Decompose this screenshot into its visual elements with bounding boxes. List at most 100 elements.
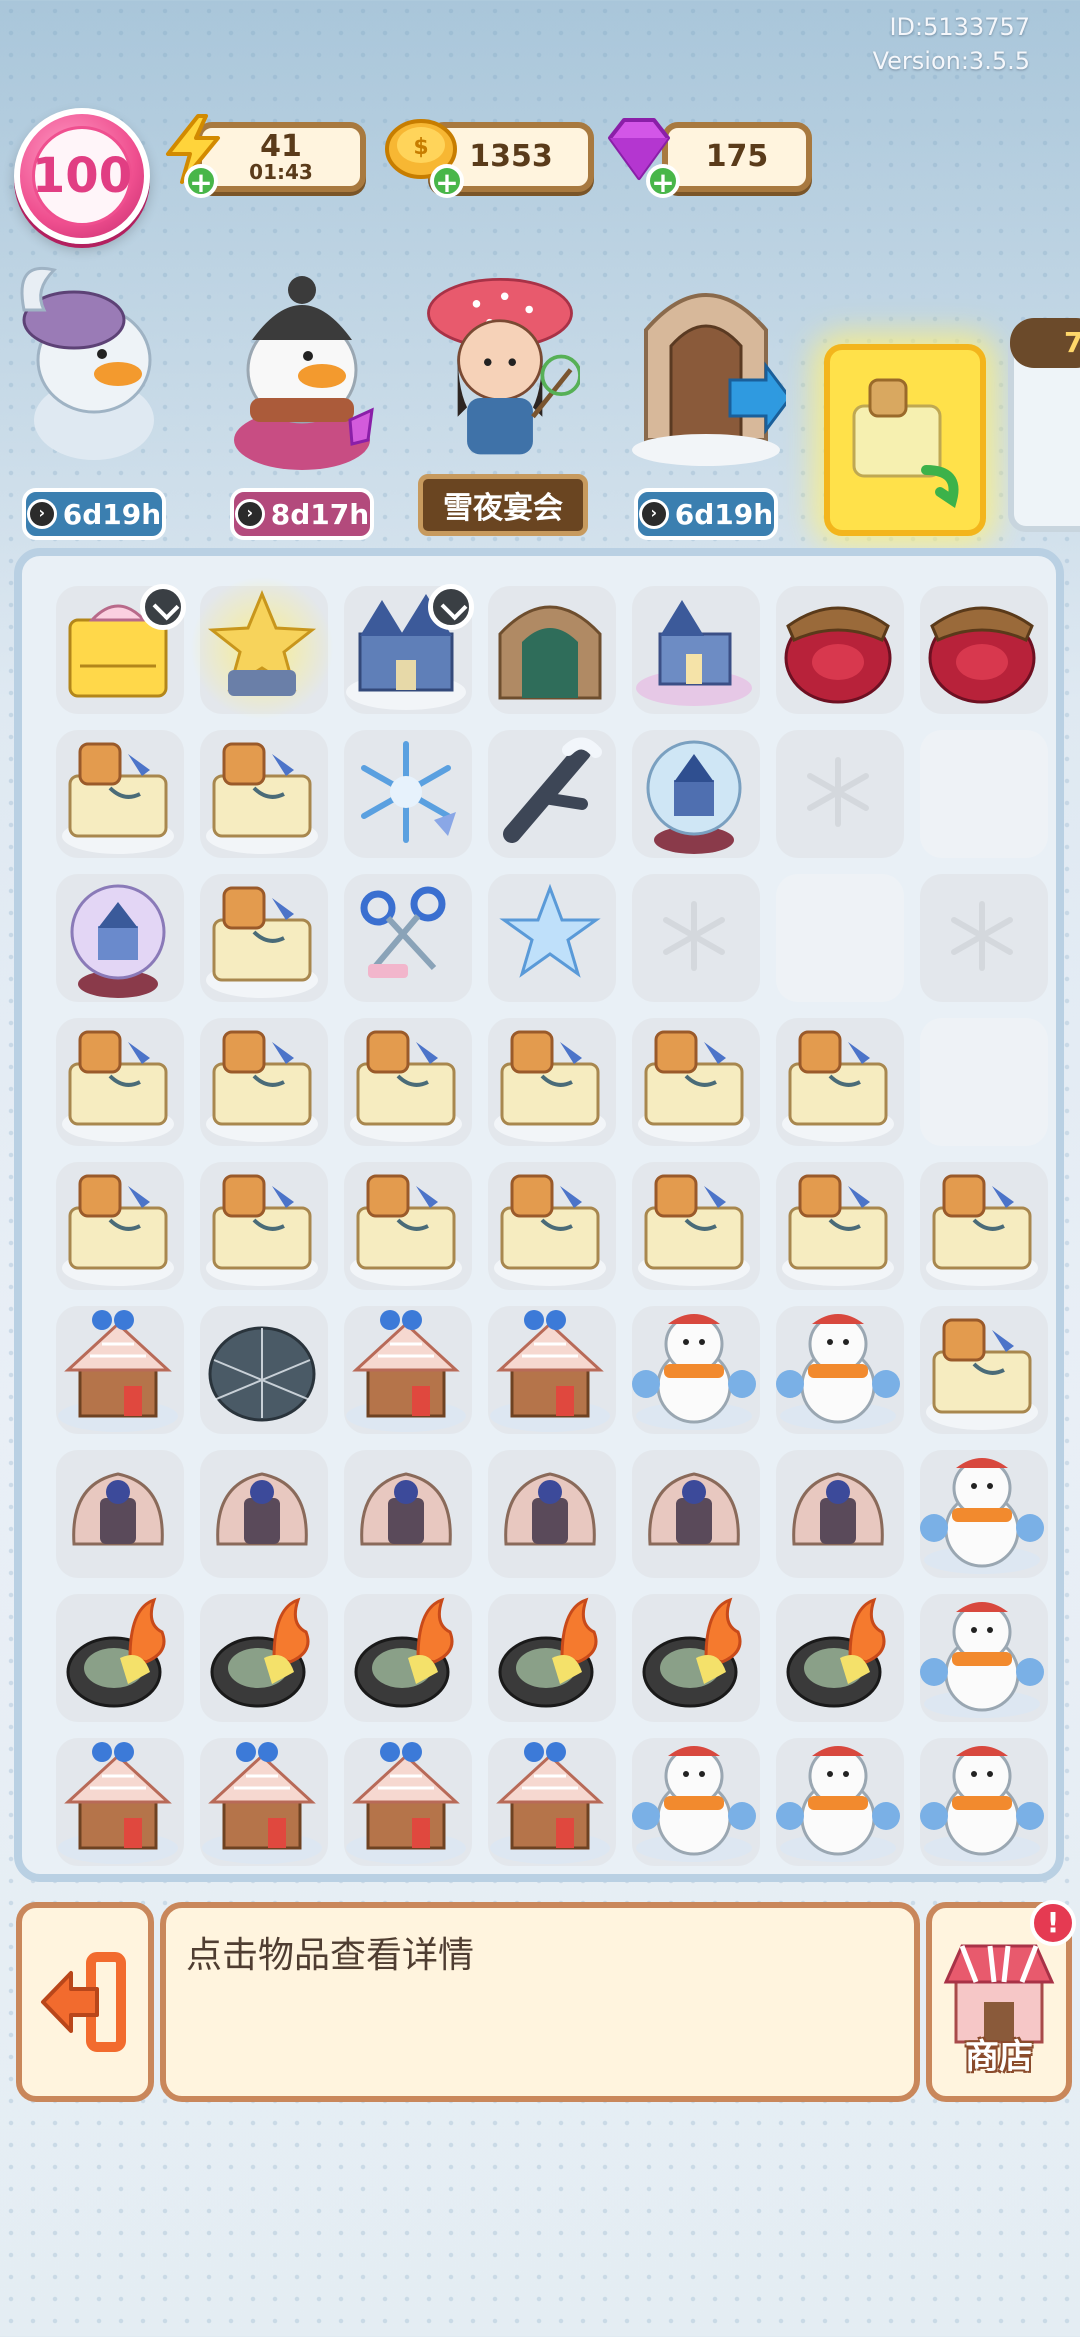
board-cell[interactable] (766, 1296, 910, 1440)
board-cell[interactable] (766, 1008, 910, 1152)
board-cell[interactable] (622, 864, 766, 1008)
event-duck-winter[interactable]: › 8d17h (222, 250, 382, 540)
winter-duck-icon (234, 276, 374, 470)
exit-button[interactable] (16, 1902, 154, 2102)
snowman-icon (632, 1746, 756, 1862)
energy-add-button[interactable]: + (184, 164, 218, 198)
board-cell[interactable] (622, 576, 766, 720)
board-cell[interactable] (46, 720, 190, 864)
board-cell[interactable] (766, 576, 910, 720)
gift-box-icon (206, 886, 318, 998)
board-cell[interactable] (622, 720, 766, 864)
event-timer-text: 6d19h (62, 497, 162, 531)
gift-box-icon (494, 1030, 606, 1142)
board-cell[interactable] (910, 1008, 1054, 1152)
fire-pot-icon (210, 1597, 310, 1708)
snowman-icon (776, 1314, 900, 1430)
board-cell[interactable] (478, 1152, 622, 1296)
board-cell[interactable] (622, 1152, 766, 1296)
shop-button[interactable]: 商店 ! (926, 1900, 1076, 2102)
level-badge[interactable]: 100 (14, 108, 150, 244)
gift-box-icon (852, 378, 959, 509)
board-cell[interactable] (478, 1584, 622, 1728)
board-cell[interactable] (334, 1728, 478, 1872)
gift-box-icon (206, 1030, 318, 1142)
board-cell[interactable] (46, 1728, 190, 1872)
event-duck-feather[interactable]: › 6d19h (14, 250, 174, 540)
board-grid (46, 576, 1054, 1872)
board-cell[interactable] (46, 1008, 190, 1152)
board-cell[interactable] (910, 576, 1054, 720)
board-cell[interactable] (622, 1008, 766, 1152)
board-cell[interactable] (622, 1728, 766, 1872)
board-cell[interactable] (910, 1728, 1054, 1872)
board-cell[interactable] (910, 1152, 1054, 1296)
board-cell[interactable] (190, 864, 334, 1008)
board-cell[interactable] (46, 576, 190, 720)
board-cell[interactable] (478, 1296, 622, 1440)
board-cell[interactable] (478, 864, 622, 1008)
board-cell[interactable] (46, 1152, 190, 1296)
side-event-counter: 75 (1010, 318, 1080, 368)
event-title-banner: 雪夜宴会 (418, 474, 588, 536)
gift-box-icon (206, 742, 318, 854)
board-cell[interactable] (190, 1296, 334, 1440)
ice-branch-icon (503, 737, 602, 843)
board-cell[interactable] (766, 1584, 910, 1728)
board-cell[interactable] (478, 1728, 622, 1872)
board-cell[interactable] (334, 1008, 478, 1152)
board-cell[interactable] (334, 720, 478, 864)
cell-background (776, 874, 904, 1002)
board-cell[interactable] (766, 1152, 910, 1296)
board-cell[interactable] (334, 1152, 478, 1296)
board-cell[interactable] (622, 1584, 766, 1728)
board-cell[interactable] (334, 864, 478, 1008)
board-cell[interactable] (478, 1008, 622, 1152)
ginger-house-icon (58, 1310, 178, 1432)
board-cell[interactable] (766, 1728, 910, 1872)
event-stone-door[interactable]: › 6d19h (626, 250, 786, 540)
board-cell[interactable] (46, 1584, 190, 1728)
board-cell[interactable] (910, 1296, 1054, 1440)
gem-add-button[interactable]: + (646, 164, 680, 198)
mini-castle-icon (636, 600, 752, 706)
board-cell[interactable] (622, 1440, 766, 1584)
board-cell[interactable] (766, 864, 910, 1008)
board-cell[interactable] (766, 1440, 910, 1584)
jam-jar-icon (928, 606, 1036, 704)
board-cell[interactable] (478, 1440, 622, 1584)
energy-timer: 01:43 (249, 160, 313, 184)
gift-box-icon (926, 1318, 1038, 1430)
ginger-house-icon (202, 1742, 322, 1864)
board-cell[interactable] (190, 1152, 334, 1296)
board-cell[interactable] (334, 1440, 478, 1584)
coin-add-button[interactable]: + (430, 164, 464, 198)
board-cell[interactable] (910, 1440, 1054, 1584)
clock-icon: › (638, 499, 669, 529)
board-cell[interactable] (910, 1584, 1054, 1728)
board-cell[interactable] (190, 1728, 334, 1872)
snowman-icon (776, 1746, 900, 1862)
board-cell[interactable] (334, 1584, 478, 1728)
fire-pot-icon (498, 1597, 598, 1708)
board-cell[interactable] (334, 576, 478, 720)
board-cell[interactable] (46, 864, 190, 1008)
gift-box-icon (206, 1174, 318, 1286)
board-cell[interactable] (478, 576, 622, 720)
board-cell[interactable] (190, 720, 334, 864)
board-cell[interactable] (910, 720, 1054, 864)
task-card[interactable] (824, 344, 986, 536)
board-cell[interactable] (622, 1296, 766, 1440)
gem-counter[interactable]: 175 (662, 122, 812, 192)
board-cell[interactable] (46, 1440, 190, 1584)
ginger-house-icon (346, 1310, 466, 1432)
board-cell[interactable] (190, 1584, 334, 1728)
board-cell[interactable] (190, 576, 334, 720)
board-cell[interactable] (478, 720, 622, 864)
board-cell[interactable] (334, 1296, 478, 1440)
board-cell[interactable] (190, 1440, 334, 1584)
board-cell[interactable] (46, 1296, 190, 1440)
board-cell[interactable] (766, 720, 910, 864)
board-cell[interactable] (910, 864, 1054, 1008)
board-cell[interactable] (190, 1008, 334, 1152)
